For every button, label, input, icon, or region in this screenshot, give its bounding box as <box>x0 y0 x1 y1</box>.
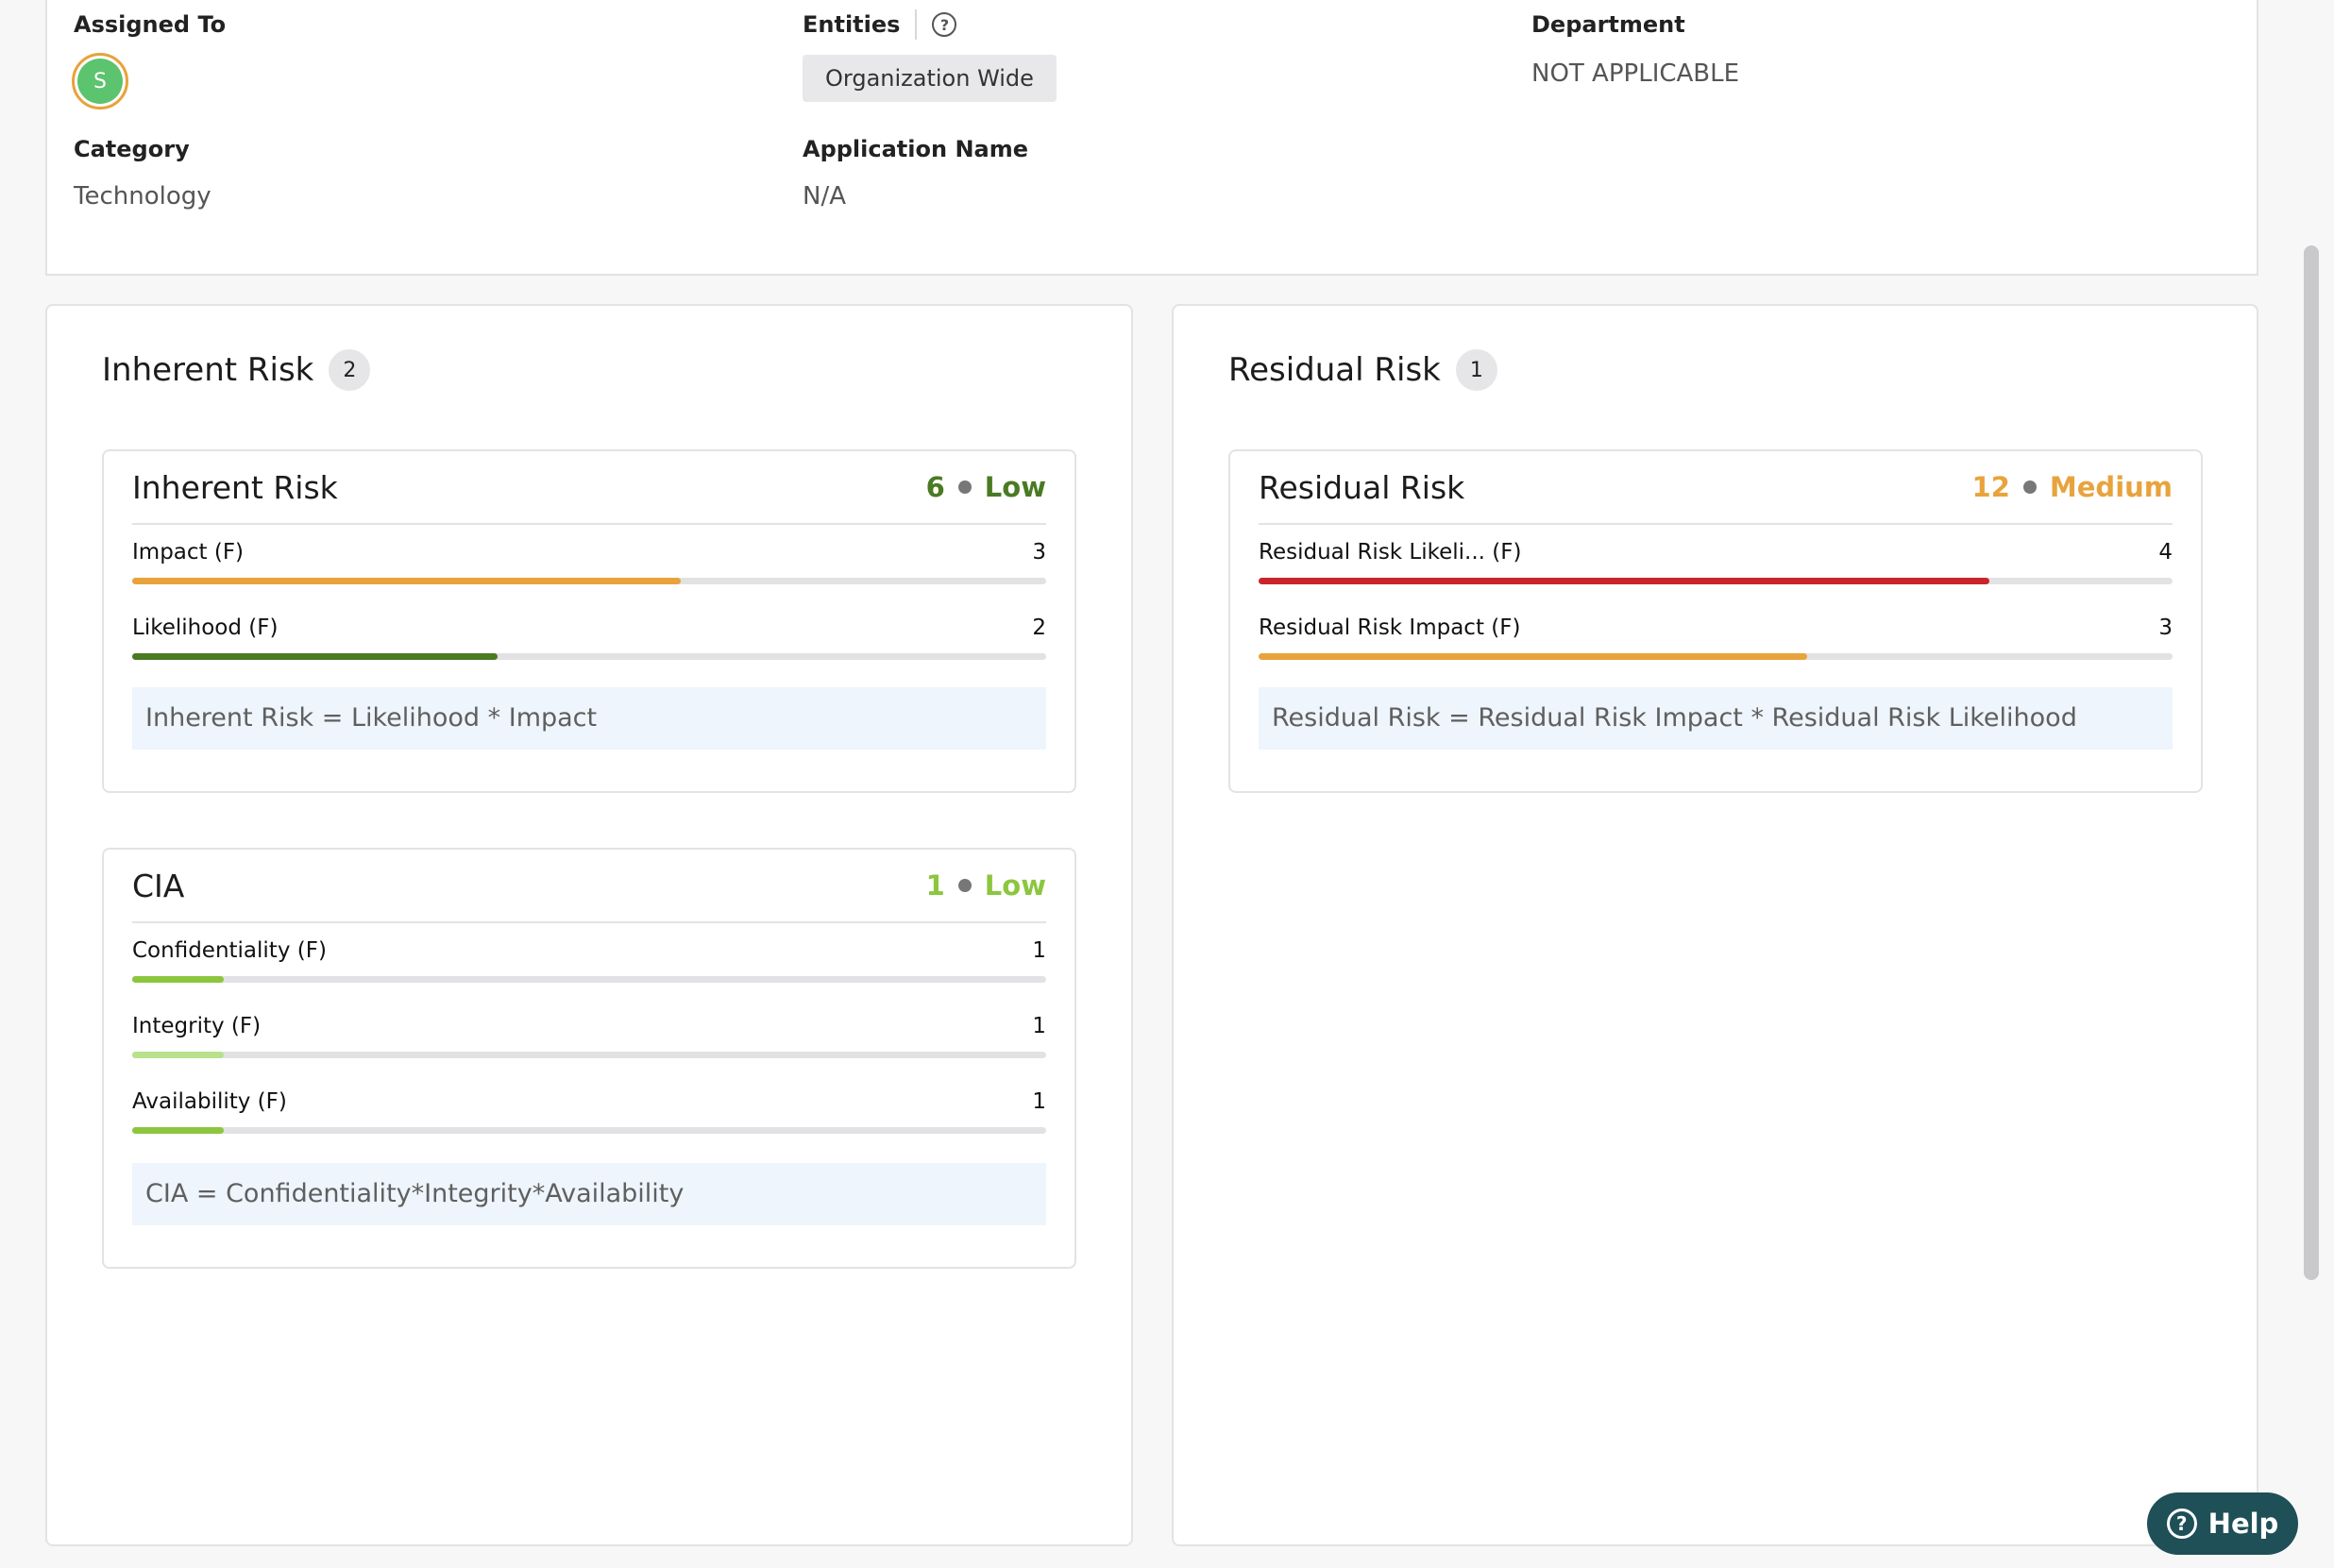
progress-track <box>1259 578 2173 584</box>
factor-label: Residual Risk Likeli... (F) <box>1259 540 1522 565</box>
scrollbar[interactable] <box>2304 245 2319 1280</box>
factor-value: 1 <box>1032 1014 1046 1038</box>
application-name-label: Application Name <box>803 136 1029 162</box>
assigned-to-label: Assigned To <box>74 11 227 38</box>
progress-fill <box>132 1127 224 1134</box>
score-value: 1 <box>925 869 945 902</box>
help-button[interactable]: ? Help <box>2147 1492 2298 1555</box>
factor-row: Impact (F) 3 <box>132 538 1046 595</box>
factor-label: Integrity (F) <box>132 1014 262 1038</box>
factor-label: Likelihood (F) <box>132 615 279 640</box>
count-badge: 1 <box>1455 349 1497 391</box>
department-value: NOT APPLICABLE <box>1531 59 1740 88</box>
factor-label: Availability (F) <box>132 1089 287 1114</box>
divider <box>915 9 918 40</box>
avatar-initial: S <box>77 59 123 104</box>
score-level: Medium <box>2049 471 2173 503</box>
risk-score: 1 Low <box>926 869 1046 902</box>
dot-icon <box>957 879 972 892</box>
help-button-label: Help <box>2207 1508 2279 1540</box>
assigned-to-field: Assigned To S <box>72 9 227 110</box>
factor-value: 3 <box>2158 615 2173 640</box>
dot-icon <box>957 481 972 494</box>
residual-risk-card: Residual Risk 12 Medium Residual Risk Li… <box>1228 449 2203 793</box>
risk-score: 6 Low <box>926 471 1046 503</box>
progress-fill <box>132 578 681 584</box>
entity-chip[interactable]: Organization Wide <box>803 55 1057 102</box>
risk-card-header: CIA 1 Low <box>132 850 1046 923</box>
score-value: 6 <box>925 471 945 503</box>
factor-row: Confidentiality (F) 1 <box>132 936 1046 993</box>
department-label: Department <box>1531 11 1685 38</box>
panel-header: Inherent Risk 2 <box>102 349 371 391</box>
residual-risk-panel: Residual Risk 1 Residual Risk 12 Medium … <box>1172 304 2258 1546</box>
category-field: Category Technology <box>74 134 211 213</box>
formula-box: Residual Risk = Residual Risk Impact * R… <box>1259 687 2173 750</box>
progress-track <box>132 1052 1046 1058</box>
factor-value: 2 <box>1032 615 1046 640</box>
progress-fill <box>132 976 224 983</box>
panel-header: Residual Risk 1 <box>1228 349 1497 391</box>
question-icon[interactable]: ? <box>932 12 957 37</box>
avatar[interactable]: S <box>72 53 128 110</box>
risk-details-page: Assigned To S Entities ? Organization Wi… <box>0 0 2334 1568</box>
risk-card-title: Inherent Risk <box>132 468 338 506</box>
entities-field: Entities ? Organization Wide <box>803 9 1057 102</box>
factor-label: Residual Risk Impact (F) <box>1259 615 1521 640</box>
progress-fill <box>132 653 499 660</box>
factor-label: Impact (F) <box>132 540 245 565</box>
progress-track <box>132 976 1046 983</box>
risk-card-header: Residual Risk 12 Medium <box>1259 451 2173 525</box>
application-name-value: N/A <box>803 182 846 211</box>
entities-header: Entities ? <box>803 9 1057 40</box>
progress-fill <box>132 1052 224 1058</box>
factor-label: Confidentiality (F) <box>132 938 327 963</box>
factor-row: Residual Risk Likeli... (F) 4 <box>1259 538 2173 595</box>
department-field: Department NOT APPLICABLE <box>1531 9 1739 91</box>
details-card: Assigned To S Entities ? Organization Wi… <box>45 0 2258 276</box>
factor-row: Integrity (F) 1 <box>132 1012 1046 1069</box>
dot-icon <box>2022 481 2037 494</box>
application-name-field: Application Name N/A <box>803 134 1028 213</box>
factor-value: 1 <box>1032 938 1046 963</box>
factor-row: Availability (F) 1 <box>132 1087 1046 1144</box>
formula-box: Inherent Risk = Likelihood * Impact <box>132 687 1046 750</box>
inherent-risk-panel: Inherent Risk 2 Inherent Risk 6 Low Impa… <box>45 304 1133 1546</box>
entities-label: Entities <box>803 11 901 38</box>
count-badge: 2 <box>329 349 371 391</box>
progress-track <box>132 578 1046 584</box>
progress-track <box>132 1127 1046 1134</box>
formula-box: CIA = Confidentiality*Integrity*Availabi… <box>132 1163 1046 1225</box>
risk-card-title: CIA <box>132 867 185 904</box>
inherent-risk-card: Inherent Risk 6 Low Impact (F) 3 Likelih… <box>102 449 1076 793</box>
score-level: Low <box>984 869 1046 902</box>
panel-title: Inherent Risk <box>102 351 314 389</box>
panel-title: Residual Risk <box>1228 351 1441 389</box>
cia-card: CIA 1 Low Confidentiality (F) 1 Integrit… <box>102 848 1076 1269</box>
category-label: Category <box>74 136 190 162</box>
factor-value: 4 <box>2158 540 2173 565</box>
progress-fill <box>1259 653 1807 660</box>
progress-track <box>1259 653 2173 660</box>
risk-card-header: Inherent Risk 6 Low <box>132 451 1046 525</box>
factor-value: 1 <box>1032 1089 1046 1114</box>
score-level: Low <box>984 471 1046 503</box>
factor-value: 3 <box>1032 540 1046 565</box>
risk-score: 12 Medium <box>1972 471 2173 503</box>
risk-card-title: Residual Risk <box>1259 468 1465 506</box>
score-value: 12 <box>1971 471 2010 503</box>
progress-track <box>132 653 1046 660</box>
category-value: Technology <box>74 182 211 211</box>
progress-fill <box>1259 578 1990 584</box>
factor-row: Residual Risk Impact (F) 3 <box>1259 614 2173 670</box>
help-circle-icon: ? <box>2166 1509 2197 1539</box>
factor-row: Likelihood (F) 2 <box>132 614 1046 670</box>
